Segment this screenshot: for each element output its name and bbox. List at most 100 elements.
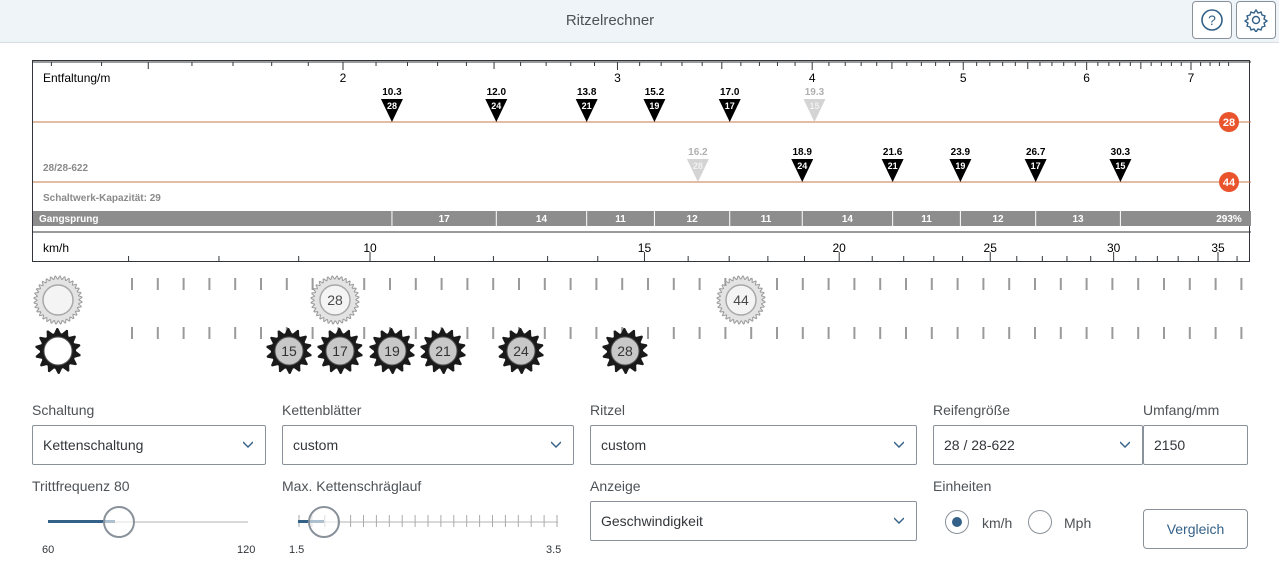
schraeglauf-label: Max. Kettenschräglauf xyxy=(282,478,422,494)
gears-svg: 28 44 15 17 19 21 24 28 xyxy=(33,275,1243,374)
gear-cog-label: 19 xyxy=(649,101,659,111)
chevron-down-icon xyxy=(894,441,904,448)
ritzel-value: custom xyxy=(601,437,647,453)
gear-cog-label: 28 xyxy=(387,101,397,111)
cog-gear-label: 21 xyxy=(435,343,451,359)
chevron-down-icon xyxy=(243,441,253,448)
schaltung-select[interactable]: Kettenschaltung xyxy=(32,425,266,465)
gear-cog-label: 17 xyxy=(1031,161,1041,171)
help-button[interactable]: ? xyxy=(1192,1,1232,39)
reifen-select[interactable]: 28 / 28-622 xyxy=(933,425,1143,465)
gear-cog-label: 15 xyxy=(1115,161,1125,171)
tire-size-label: 28/28-622 xyxy=(43,163,88,174)
trittfrequenz-label: Trittfrequenz 80 xyxy=(32,478,130,494)
vergleich-button[interactable]: Vergleich xyxy=(1143,509,1248,549)
chainring-gear-label: 28 xyxy=(327,292,343,308)
gear-value-label: 21.6 xyxy=(883,147,903,158)
chevron-down-icon xyxy=(894,517,904,524)
schraeglauf-min: 1.5 xyxy=(289,544,305,556)
anzeige-select[interactable]: Geschwindigkeit xyxy=(590,501,917,541)
gangsprung-value: 17 xyxy=(439,214,451,225)
trittfrequenz-max: 120 xyxy=(237,544,256,556)
gear-value-label: 17.0 xyxy=(720,87,740,98)
trittfrequenz-slider[interactable] xyxy=(48,506,248,538)
gear-cog-label: 17 xyxy=(725,101,735,111)
speed-tick-label: 30 xyxy=(1107,241,1121,255)
app-header: Ritzelrechner ? xyxy=(0,0,1279,43)
gear-value-label: 10.3 xyxy=(382,87,402,98)
speed-tick-label: 35 xyxy=(1211,241,1225,255)
chainring-badge-label: 44 xyxy=(1223,177,1236,189)
speed-tick-label: 10 xyxy=(363,241,377,255)
schraeglauf-max: 3.5 xyxy=(546,544,562,556)
speed-tick-label: 20 xyxy=(833,241,847,255)
gangsprung-value: 293% xyxy=(1216,214,1242,225)
gear-value-label: 12.0 xyxy=(487,87,507,98)
gangsprung-value: 14 xyxy=(536,214,548,225)
gear-value-label: 15.2 xyxy=(645,87,665,98)
umfang-label: Umfang/mm xyxy=(1143,402,1220,418)
reifen-value: 28 / 28-622 xyxy=(944,437,1015,453)
anzeige-label: Anzeige xyxy=(590,478,641,494)
gangsprung-value: 13 xyxy=(1072,214,1084,225)
gear-cog-label: 19 xyxy=(955,161,965,171)
chevron-down-icon xyxy=(1120,441,1130,448)
unit-mph-radio[interactable] xyxy=(1028,510,1052,534)
cog-gear-label: 15 xyxy=(281,343,297,359)
unit-mph-label: Mph xyxy=(1064,515,1092,531)
entfaltung-tick-label: 2 xyxy=(340,71,347,85)
unit-kmh-label: km/h xyxy=(982,515,1013,531)
schraeglauf-slider[interactable] xyxy=(298,506,558,538)
ritzel-label: Ritzel xyxy=(590,402,626,418)
umfang-input[interactable]: 2150 xyxy=(1143,425,1248,465)
kettenblaetter-value: custom xyxy=(293,437,339,453)
slider-handle[interactable] xyxy=(307,506,340,538)
einheiten-label: Einheiten xyxy=(933,478,992,494)
gear-value-label: 23.9 xyxy=(951,147,971,158)
gangsprung-label: Gangsprung xyxy=(39,214,98,225)
gear-cog-label: 24 xyxy=(797,161,807,171)
gear-value-label: 18.9 xyxy=(793,147,813,158)
unit-kmh-radio[interactable] xyxy=(945,510,969,534)
trittfrequenz-min: 60 xyxy=(42,544,55,556)
slider-handle[interactable] xyxy=(102,506,135,538)
cog-gear-label: 24 xyxy=(513,343,529,359)
cog-gear-label: 28 xyxy=(617,343,633,359)
gangsprung-value: 12 xyxy=(687,214,699,225)
cog-gear-label: 17 xyxy=(332,343,348,359)
gear-chart-svg: Entfaltung/m 2 3 4 5 6 7 28 10.3 28 12.0 24 13.8 21 15… xyxy=(33,61,1251,262)
chainring-badge-label: 28 xyxy=(1223,117,1235,129)
settings-button[interactable] xyxy=(1236,1,1276,39)
gangsprung-value: 11 xyxy=(761,214,772,225)
gear-cog-label: 21 xyxy=(888,161,898,171)
gangsprung-value: 12 xyxy=(992,214,1004,225)
reifen-label: Reifengröße xyxy=(933,402,1011,418)
gangsprung-value: 11 xyxy=(921,214,932,225)
gear-cog-label: 24 xyxy=(491,101,501,111)
gear-cog-label: 15 xyxy=(809,101,819,111)
gear-visualization: 28 44 15 17 19 21 24 28 xyxy=(0,270,1279,380)
entfaltung-tick-label: 6 xyxy=(1083,71,1090,85)
chainring-reference-icon-hub xyxy=(42,284,74,316)
svg-text:?: ? xyxy=(1208,12,1216,28)
capacity-label: Schaltwerk-Kapazität: 29 xyxy=(43,193,161,204)
chevron-down-icon xyxy=(551,441,561,448)
speed-axis-label: km/h xyxy=(43,241,69,255)
gear-value-label: 26.7 xyxy=(1026,147,1046,158)
gangsprung-value: 14 xyxy=(842,214,854,225)
kettenblaetter-select[interactable]: custom xyxy=(282,425,574,465)
speed-tick-label: 25 xyxy=(984,241,998,255)
entfaltung-tick-label: 4 xyxy=(809,71,816,85)
gear-value-label: 16.2 xyxy=(688,147,708,158)
app-title: Ritzelrechner xyxy=(565,12,655,29)
ritzel-select[interactable]: custom xyxy=(590,425,917,465)
gangsprung-value: 11 xyxy=(615,214,626,225)
gear-cog-label: 21 xyxy=(582,101,592,111)
anzeige-value: Geschwindigkeit xyxy=(601,513,703,529)
schaltung-value: Kettenschaltung xyxy=(43,437,144,453)
gangsprung-bar xyxy=(33,211,1251,226)
help-icon: ? xyxy=(1201,9,1223,31)
entfaltung-axis-label: Entfaltung/m xyxy=(43,71,110,85)
schaltung-label: Schaltung xyxy=(32,402,95,418)
gear-cog-label: 28 xyxy=(693,161,703,171)
